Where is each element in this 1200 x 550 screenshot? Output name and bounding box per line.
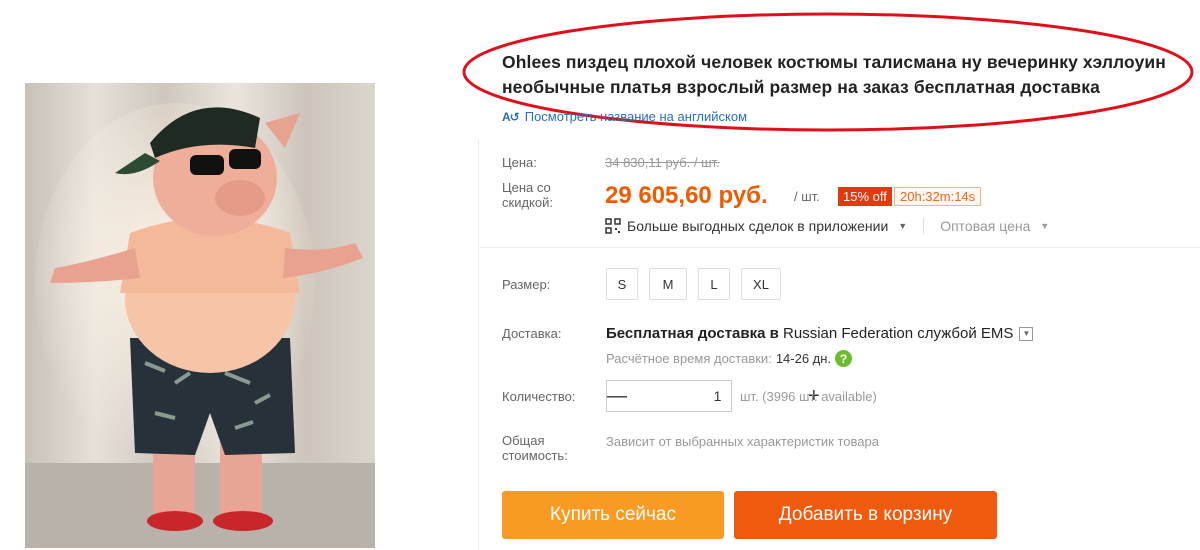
delivery-selector[interactable]: Бесплатная доставка в Russian Federation… (606, 325, 1034, 342)
quantity-stepper: — + (606, 380, 820, 412)
chevron-down-icon[interactable]: ▼ (898, 221, 907, 231)
size-option-xl[interactable]: XL (741, 268, 781, 300)
wholesale-price-link[interactable]: Оптовая цена (940, 218, 1030, 234)
translate-icon: A↺ (502, 109, 520, 124)
translate-link-text: Посмотреть название на английском (524, 109, 748, 124)
delivery-estimate-days: 14-26 дн. (775, 351, 832, 366)
translate-title-link[interactable]: A↺ Посмотреть название на английском (502, 109, 747, 124)
size-label: Размер: (502, 277, 551, 292)
app-deals-row: Больше выгодных сделок в приложении ▼ Оп… (605, 218, 1049, 234)
help-icon[interactable]: ? (835, 350, 853, 367)
decrease-quantity-button[interactable]: — (607, 381, 627, 411)
product-image[interactable] (25, 83, 375, 548)
delivery-estimate: Расчётное время доставки: 14-26 дн. ? (606, 350, 853, 367)
discount-price: 29 605,60 руб. (605, 182, 768, 209)
total-cost-value: Зависит от выбранных характеристик товар… (606, 434, 879, 449)
pig-mascot-costume-photo (25, 83, 375, 548)
size-option-m[interactable]: M (649, 268, 687, 300)
delivery-estimate-label: Расчётное время доставки: (606, 351, 772, 366)
delivery-label: Доставка: (502, 326, 562, 341)
size-option-s[interactable]: S (606, 268, 638, 300)
chevron-down-icon[interactable]: ▼ (1040, 221, 1049, 231)
discount-price-label: Цена со скидкой: (502, 180, 553, 210)
buy-now-button[interactable]: Купить сейчас (502, 491, 724, 539)
price-unit: / шт. (794, 189, 820, 204)
delivery-country: Russian Federation (783, 325, 914, 342)
qr-code-icon (605, 218, 621, 234)
discount-badge: 15% off (838, 187, 892, 206)
app-deals-link[interactable]: Больше выгодных сделок в приложении (627, 218, 888, 234)
delivery-service: службой EMS (917, 325, 1014, 342)
vertical-divider (478, 140, 479, 550)
chevron-down-icon[interactable]: ▾ (1019, 326, 1034, 341)
original-price: 34 830,11 руб. / шт. (605, 155, 720, 170)
available-stock: шт. (3996 шт. available) (740, 389, 877, 404)
add-to-cart-button[interactable]: Добавить в корзину (734, 491, 997, 539)
free-delivery-text: Бесплатная доставка в (606, 325, 779, 342)
product-title: Ohlees пиздец плохой человек костюмы тал… (502, 52, 1166, 97)
separator (923, 218, 925, 234)
total-cost-label: Общая стоимость: (502, 433, 568, 463)
price-section: Цена: 34 830,11 руб. / шт. Цена со скидк… (480, 140, 1200, 248)
size-option-l[interactable]: L (698, 268, 730, 300)
price-label: Цена: (502, 155, 537, 170)
countdown-timer: 20h:32m:14s (894, 187, 982, 206)
quantity-label: Количество: (502, 389, 576, 404)
